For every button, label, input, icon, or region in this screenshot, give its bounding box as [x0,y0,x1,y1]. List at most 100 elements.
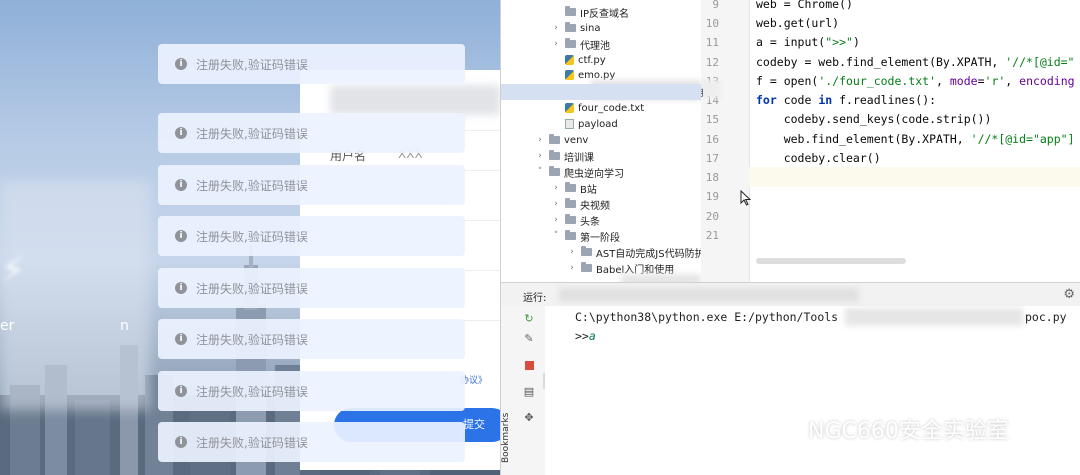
tree-item-label: payload [578,118,618,130]
chevron-down-icon: ˅ [553,231,559,241]
console-input: a [588,329,596,343]
chevron-right-icon: › [538,135,542,145]
chevron-right-icon: › [554,183,558,193]
error-toast: i 注册失败,验证码错误 [158,44,465,84]
info-icon: i [175,127,187,139]
watermark: NGC660安全实验室 [768,412,1009,446]
info-icon: i [175,58,187,70]
clipped-label: 费用 [701,86,704,99]
layout-icon[interactable]: ▤ [521,384,537,400]
blurred-region [845,308,1023,326]
code-line: web = Chrome() [756,0,853,11]
tree-item-ip-lookup[interactable]: IP反查域名 [551,4,629,20]
folder-icon [549,166,560,176]
info-icon: i [175,230,187,242]
tree-item-ast[interactable]: › AST自动完成JS代码防护 [567,244,702,260]
blurred-form-title [330,85,500,115]
wechat-icon [769,417,800,441]
info-icon: i [175,436,187,448]
code-editor[interactable]: 9 10 11 12 13 14 15 16 17 18 19 20 21 we… [701,0,1080,282]
ide-window: IP反查域名 › sina › 代理池 ctf.py emo.py four_cod… [500,0,1080,475]
tree-item-cctv[interactable]: › 央视频 [551,196,610,212]
console-prompt-line: >>a [575,329,596,343]
tree-item-proxy-pool[interactable]: › 代理池 [551,36,610,52]
error-toast: i 注册失败,验证码错误 [158,165,465,205]
chevron-right-icon: › [538,151,542,161]
tree-item-ctf-py[interactable]: ctf.py [565,52,606,68]
python-file-icon [565,55,574,65]
line-number: 19 [705,190,719,203]
hero-heading: ⚡ [0,250,26,291]
rerun-icon[interactable]: ↻ [521,311,537,327]
tree-item-label: AST自动完成JS代码防护 [596,248,702,260]
toast-message: 注册失败,验证码错误 [196,332,308,347]
toast-message: 注册失败,验证码错误 [196,229,308,244]
tree-item-payload[interactable]: payload [565,116,618,132]
toast-message: 注册失败,验证码错误 [196,384,308,399]
tree-item-four-code-txt[interactable]: four_code.txt [565,100,644,116]
folder-icon [549,150,560,160]
folder-icon [549,134,560,144]
tree-item-label: 头条 [580,216,600,228]
folder-icon [565,214,576,224]
toast-message: 注册失败,验证码错误 [196,126,308,141]
tree-item-label: 爬虫逆向学习 [564,168,624,180]
chevron-right-icon: › [554,215,558,225]
tree-item-training[interactable]: › 培训课 [535,148,594,164]
code-line: a = input(">>") [756,35,860,49]
run-console[interactable]: C:\python38\python.exe E:/python/Tools p… [545,306,1080,475]
blurred-run-tab[interactable] [559,288,859,302]
info-icon: i [175,282,187,294]
tree-item-selected[interactable] [501,84,701,100]
folder-icon [565,230,576,240]
tree-item-label: four_code.txt [578,102,645,114]
stop-icon[interactable] [521,358,537,374]
chevron-right-icon: › [554,199,558,209]
error-toast: i 注册失败,验证码错误 [158,216,465,256]
blurred-region [621,274,701,282]
current-line-highlight [749,167,1080,187]
error-toast: i 注册失败,验证码错误 [158,268,465,308]
info-icon: i [175,179,187,191]
chevron-right-icon: › [570,247,574,257]
tree-item-venv[interactable]: › venv [535,132,588,148]
code-line: codeby.clear() [756,151,881,165]
hero-subtitle-left: er [0,318,15,334]
folder-icon [565,6,576,16]
code-line: for code in f.readlines(): [756,93,937,107]
tree-item-label: 央视频 [580,200,610,212]
toast-message: 注册失败,验证码错误 [196,435,308,450]
pin-icon[interactable]: ✥ [521,410,537,426]
tree-item-sina[interactable]: › sina [551,20,600,36]
line-number-gutter: 9 10 11 12 13 14 15 16 17 18 19 20 21 [701,0,750,282]
folder-icon [565,182,576,192]
wrench-icon[interactable]: ✎ [521,331,537,347]
info-icon: i [175,333,187,345]
error-toast: i 注册失败,验证码错误 [158,319,465,359]
error-toast: i 注册失败,验证码错误 [158,113,465,153]
line-number: 17 [705,152,719,165]
folder-icon [565,38,576,48]
line-number: 16 [705,133,719,146]
tree-item-bilibili[interactable]: › B站 [551,180,597,196]
tree-item-stage-one[interactable]: ˅ 第一阶段 [551,228,620,244]
tree-item-crawler[interactable]: ˅ 爬虫逆向学习 [535,164,624,180]
console-command-suffix: poc.py [1025,310,1067,324]
chevron-down-icon: ˅ [537,167,543,177]
chevron-right-icon: › [554,23,558,33]
tree-item-label: venv [564,134,589,146]
python-file-icon [565,70,574,80]
toast-message: 注册失败,验证码错误 [196,57,308,72]
text-file-icon [565,119,574,129]
tree-item-label: 代理池 [580,40,610,52]
code-line: codeby = web.find_element(By.XPATH, '//*… [756,55,1075,69]
gear-icon[interactable]: ⚙ [1063,287,1075,302]
line-number: 20 [705,210,719,223]
tree-item-label: sina [580,22,601,34]
tree-item-label: B站 [580,184,597,196]
bookmarks-side-tab[interactable]: Bookmarks [501,400,515,475]
mouse-cursor-icon [740,190,752,206]
tree-item-toutiao[interactable]: › 头条 [551,212,600,228]
horizontal-scrollbar[interactable] [756,258,906,264]
line-number: 15 [705,113,719,126]
